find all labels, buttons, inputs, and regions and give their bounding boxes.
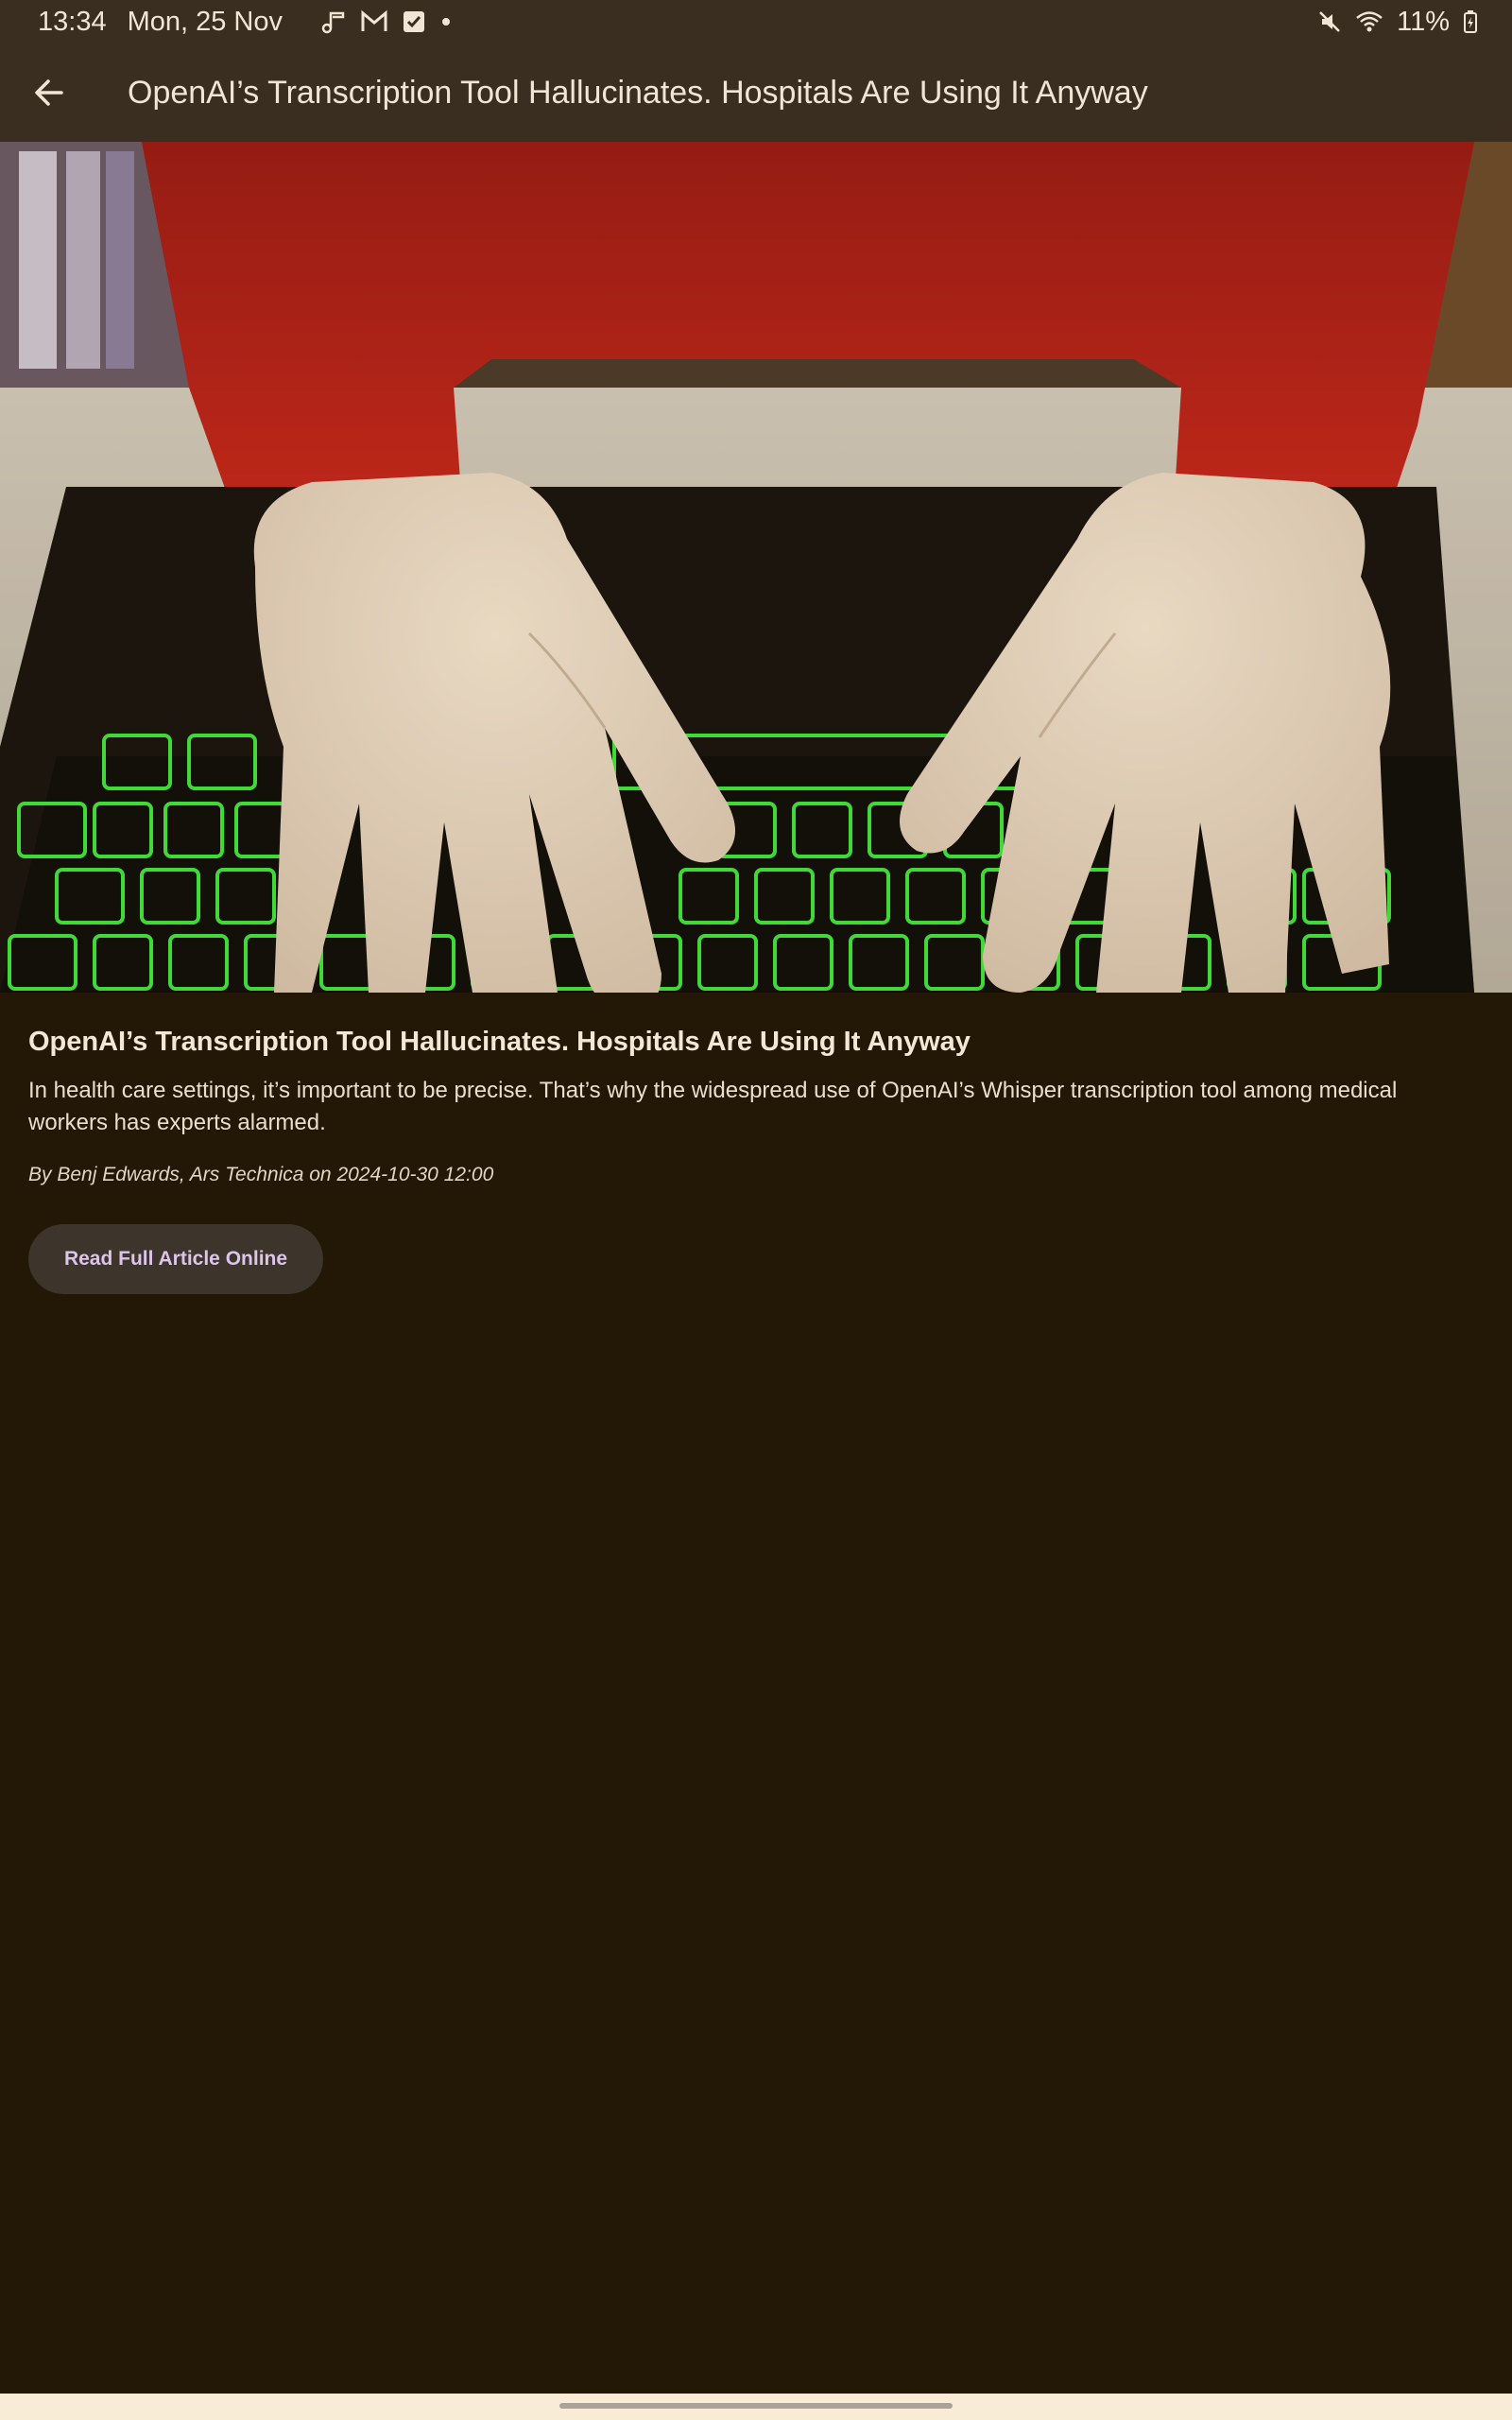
more-dot-icon: [439, 15, 453, 28]
article-content: OpenAI’s Transcription Tool Hallucinates…: [28, 993, 1484, 1294]
gmail-icon: [360, 9, 388, 34]
article-summary: In health care settings, it’s important …: [28, 1078, 1398, 1135]
wifi-icon: [1355, 9, 1383, 34]
status-time: 13:34: [38, 6, 107, 37]
article-headline: OpenAI’s Transcription Tool Hallucinates…: [28, 1027, 971, 1057]
navigation-bar: [0, 2394, 1512, 2420]
read-full-article-button[interactable]: Read Full Article Online: [28, 1224, 323, 1294]
page-title: OpenAI’s Transcription Tool Hallucinates…: [128, 74, 1148, 111]
music-note-icon: [320, 9, 347, 35]
battery-charging-icon: [1463, 9, 1478, 34]
mute-icon: [1317, 9, 1342, 34]
back-button[interactable]: [0, 43, 98, 142]
article-hero-image: [0, 142, 1512, 993]
app-bar: OpenAI’s Transcription Tool Hallucinates…: [0, 43, 1512, 142]
tasks-check-icon: [402, 9, 426, 34]
article-byline: By Benj Edwards, Ars Technica on 2024-10…: [28, 1164, 494, 1185]
status-date: Mon, 25 Nov: [127, 6, 283, 37]
arrow-back-icon: [33, 77, 65, 109]
status-bar: 13:34 Mon, 25 Nov 11%: [0, 0, 1512, 43]
battery-percent: 11%: [1397, 6, 1450, 37]
home-gesture-handle[interactable]: [559, 2403, 953, 2409]
